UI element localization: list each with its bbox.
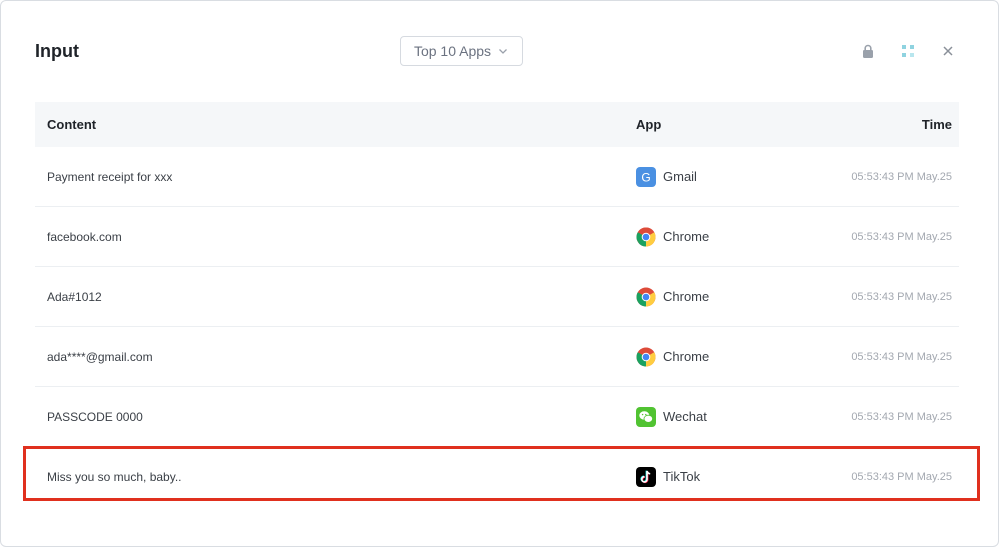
close-icon[interactable] (941, 44, 955, 58)
row-content: Miss you so much, baby.. (47, 469, 182, 484)
table-header: Content App Time (35, 102, 959, 147)
row-content: PASSCODE 0000 (47, 409, 143, 424)
input-dialog: Input Top 10 Apps Content App Time Payme… (0, 0, 999, 547)
top-apps-dropdown[interactable]: Top 10 Apps (400, 36, 523, 66)
row-time: 05:53:43 PM May.25 (851, 470, 952, 483)
tiktok-icon (636, 466, 656, 487)
row-app-name: TikTok (663, 469, 701, 484)
svg-text:G: G (641, 170, 650, 184)
row-time: 05:53:43 PM May.25 (851, 290, 952, 303)
row-app: TikTok (636, 466, 701, 487)
row-app: G Gmail (636, 166, 697, 187)
grid-icon[interactable] (901, 44, 915, 58)
row-app: Chrome (636, 287, 709, 307)
row-time: 05:53:43 PM May.25 (851, 230, 952, 243)
row-content: Payment receipt for xxx (47, 169, 173, 184)
table-row[interactable]: PASSCODE 0000 Wechat 05:53:43 PM May.25 (35, 387, 959, 447)
column-header-app: App (636, 117, 662, 132)
row-time: 05:53:43 PM May.25 (851, 410, 952, 423)
gmail-icon: G (636, 166, 656, 187)
chrome-icon (636, 227, 656, 246)
row-app-name: Chrome (663, 229, 710, 244)
column-header-content: Content (47, 117, 97, 132)
dialog-title: Input (35, 41, 79, 61)
table-row[interactable]: Miss you so much, baby.. TikTok 05:53:43… (35, 447, 959, 506)
row-app: Chrome (636, 347, 709, 367)
row-content: ada****@gmail.com (47, 349, 153, 364)
chrome-icon (636, 347, 656, 366)
table-row[interactable]: ada****@gmail.com Chrome 05:53:43 PM May… (35, 327, 959, 387)
row-app: Wechat (636, 406, 707, 427)
row-time: 05:53:43 PM May.25 (851, 350, 952, 363)
row-time: 05:53:43 PM May.25 (851, 170, 952, 183)
dropdown-label: Top 10 Apps (413, 43, 492, 59)
row-content: facebook.com (47, 229, 122, 244)
input-table: Content App Time Payment receipt for xxx… (35, 102, 959, 506)
row-app-name: Chrome (663, 289, 710, 304)
chevron-down-icon (499, 49, 507, 54)
table-row[interactable]: Ada#1012 Chrome 05:53:43 PM May.25 (35, 267, 959, 327)
row-content: Ada#1012 (47, 289, 102, 304)
table-row[interactable]: facebook.com Chrome 05:53:43 PM May.25 (35, 207, 959, 267)
wechat-icon (636, 406, 656, 427)
chrome-icon (636, 287, 656, 306)
row-app-name: Gmail (663, 169, 697, 184)
row-app: Chrome (636, 227, 709, 247)
lock-icon[interactable] (861, 44, 875, 58)
table-row[interactable]: Payment receipt for xxx G Gmail 05:53:43… (35, 147, 959, 207)
column-header-time: Time (921, 117, 952, 132)
row-app-name: Chrome (663, 349, 710, 364)
row-app-name: Wechat (663, 409, 707, 424)
